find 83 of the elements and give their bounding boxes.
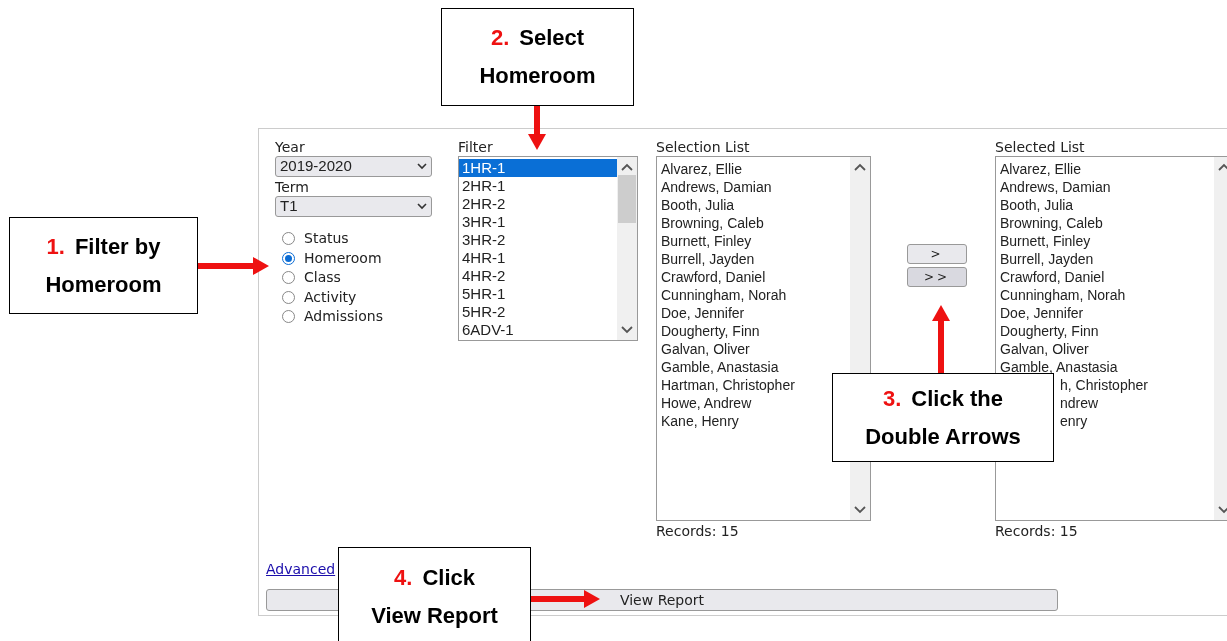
scrollbar[interactable] — [617, 157, 637, 340]
scroll-down-icon[interactable] — [621, 326, 633, 334]
list-option[interactable]: Booth, Julia — [1000, 196, 1074, 214]
list-option[interactable]: 2HR-1 — [459, 177, 617, 195]
list-option[interactable]: Cunningham, Norah — [1000, 286, 1126, 304]
scroll-up-icon[interactable] — [1218, 163, 1227, 171]
field-label: Selection List — [656, 139, 751, 156]
list-option[interactable]: 4HR-1 — [459, 249, 617, 267]
list-option[interactable]: Alvarez, Ellie — [1000, 160, 1081, 178]
list-option[interactable]: Crawford, Daniel — [661, 268, 766, 286]
list-option[interactable]: 5HR-2 — [459, 303, 617, 321]
callout-text: Click the — [911, 384, 1004, 413]
list-option[interactable]: ndrew — [1060, 394, 1099, 412]
caret-icon — [417, 203, 427, 210]
callout-text: Click — [422, 564, 475, 592]
step-number: 4. — [394, 564, 413, 592]
list-option[interactable]: Booth, Julia — [661, 196, 735, 214]
list-option[interactable]: Andrews, Damian — [661, 178, 772, 196]
record-count: Records: 15 — [656, 523, 740, 540]
scrollbar-thumb[interactable] — [618, 175, 636, 223]
list-option[interactable]: 3HR-2 — [459, 231, 617, 249]
list-option[interactable]: Howe, Andrew — [661, 394, 752, 412]
field-label: Year — [275, 139, 306, 156]
list-option[interactable]: Doe, Jennifer — [1000, 304, 1084, 322]
callout-text: Select — [519, 24, 585, 52]
pointer-arrow — [530, 590, 600, 608]
list-option[interactable]: 2HR-2 — [459, 195, 617, 213]
term-dropdown[interactable]: T1 — [275, 196, 432, 217]
scroll-up-icon[interactable] — [854, 163, 866, 171]
list-option[interactable]: Hartman, Christopher — [661, 376, 795, 394]
list-option[interactable]: 6ADV-1 — [459, 321, 617, 339]
list-option[interactable]: Crawford, Daniel — [1000, 268, 1105, 286]
callout-text: Double Arrows — [865, 422, 1021, 451]
year-dropdown[interactable]: 2019-2020 — [275, 156, 432, 177]
field-label: Filter — [458, 139, 494, 156]
list-option[interactable]: Galvan, Oliver — [1000, 340, 1089, 358]
list-option[interactable]: enry — [1060, 412, 1088, 430]
scroll-down-icon[interactable] — [1218, 506, 1227, 514]
list-option[interactable]: Alvarez, Ellie — [661, 160, 742, 178]
step-number: 3. — [882, 384, 902, 413]
step-number: 1. — [46, 232, 65, 261]
radio-label: Homeroom — [304, 248, 382, 268]
callout-text: Homeroom — [45, 270, 162, 299]
caret-icon — [417, 163, 427, 170]
list-option[interactable]: Browning, Caleb — [1000, 214, 1103, 232]
list-option[interactable]: 1HR-1 — [459, 159, 617, 177]
pointer-arrow — [197, 257, 269, 275]
list-option[interactable]: Dougherty, Finn — [1000, 322, 1099, 340]
step-number: 2. — [490, 24, 510, 52]
record-count: Records: 15 — [995, 523, 1079, 540]
pointer-arrow — [528, 106, 546, 150]
list-option[interactable]: h, Christopher — [1060, 376, 1148, 394]
list-option[interactable]: Browning, Caleb — [661, 214, 764, 232]
list-option[interactable]: Dougherty, Finn — [661, 322, 760, 340]
list-option[interactable]: Burnett, Finley — [661, 232, 752, 250]
advanced-link[interactable]: Advanced — [266, 559, 336, 580]
radio-label: Admissions — [304, 307, 383, 327]
list-option[interactable]: 5HR-1 — [459, 285, 617, 303]
field-label: Selected List — [995, 139, 1086, 156]
list-option[interactable]: Kane, Henry — [661, 412, 739, 430]
radio-label: Status — [304, 229, 349, 249]
list-option[interactable]: Gamble, Anastasia — [661, 358, 779, 376]
list-option[interactable]: 3HR-1 — [459, 213, 617, 231]
move-button[interactable]: > — [907, 244, 967, 264]
radio-label: Activity — [304, 287, 357, 307]
list-option[interactable]: Burnett, Finley — [1000, 232, 1091, 250]
callout-text: Filter by — [74, 232, 161, 261]
list-option[interactable]: Burrell, Jayden — [1000, 250, 1094, 268]
scroll-down-icon[interactable] — [854, 506, 866, 514]
list-option[interactable]: Galvan, Oliver — [661, 340, 750, 358]
pointer-arrow — [932, 305, 950, 373]
list-option[interactable]: Doe, Jennifer — [661, 304, 745, 322]
list-option[interactable]: Andrews, Damian — [1000, 178, 1111, 196]
list-option[interactable]: Gamble, Anastasia — [1000, 358, 1118, 376]
field-label: Term — [275, 179, 310, 196]
list-option[interactable]: 4HR-2 — [459, 267, 617, 285]
radio-label: Class — [304, 268, 341, 288]
list-option[interactable]: Burrell, Jayden — [661, 250, 755, 268]
move-button[interactable]: >> — [907, 267, 967, 287]
list-option[interactable]: Cunningham, Norah — [661, 286, 787, 304]
callout-text: Homeroom — [479, 62, 596, 90]
scroll-up-icon[interactable] — [621, 163, 633, 171]
filter-listbox[interactable]: 1HR-1 2HR-1 2HR-2 3HR-1 3HR-2 4HR-1 4HR-2 5HR-1 5HR-2 6ADV-1 — [458, 156, 638, 341]
